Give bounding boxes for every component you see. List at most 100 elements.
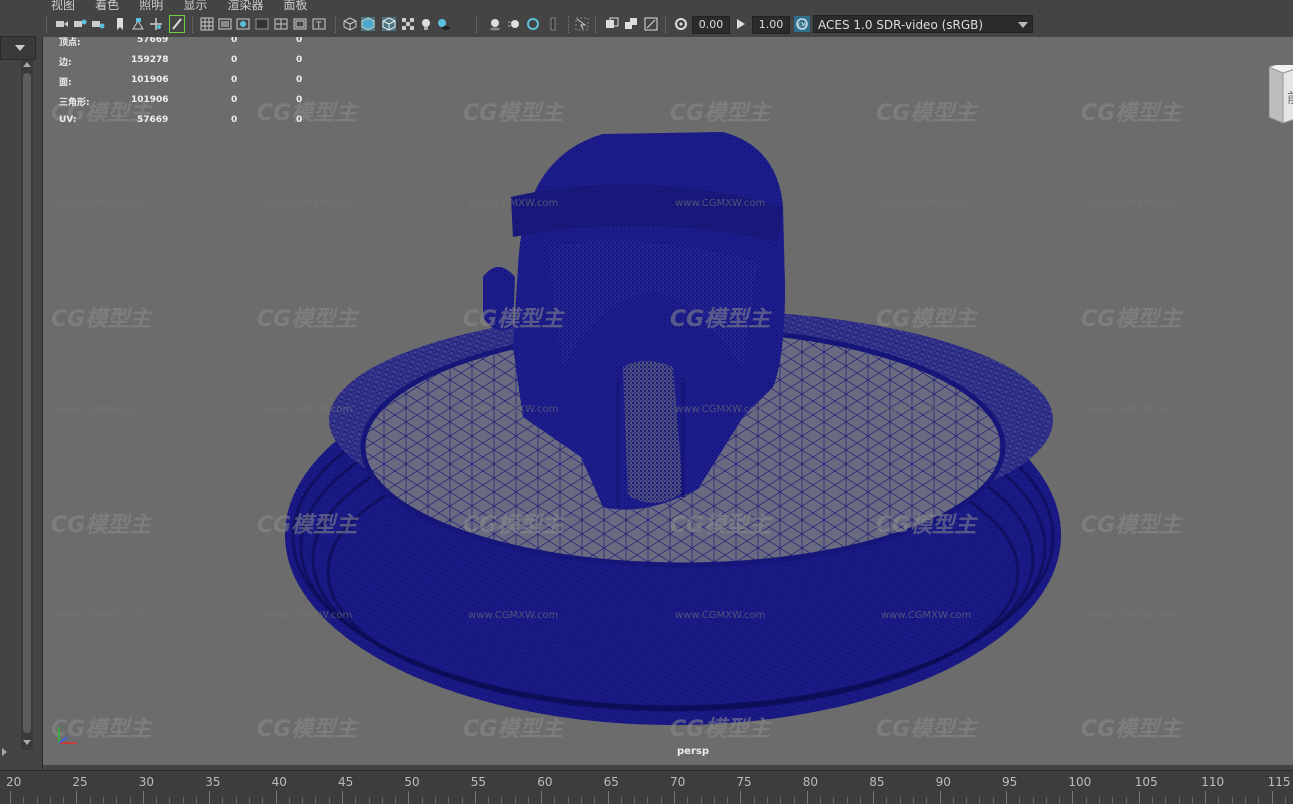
frame-label: 55 [470,775,487,789]
scroll-up-arrow-icon[interactable] [23,62,31,67]
toolbar-separator [46,16,49,33]
axis-gizmo-icon [58,727,77,744]
watermark-url: www.CGMXW.com [675,404,766,415]
frame-tick [674,791,675,804]
hud-label: 边: [59,58,72,68]
left-scrollbar-thumb[interactable] [23,73,31,733]
hud-label: UV: [59,115,77,125]
hud-value: 101906 [131,95,169,105]
frame-tick [541,791,543,804]
frame-tick [209,791,211,804]
frame-tick [1072,791,1074,804]
color-space-select[interactable]: ACES 1.0 SDR-video (sRGB) [813,15,1033,33]
wireframe-icon[interactable] [343,17,357,31]
frame-tick [1205,791,1207,804]
perspective-viewport[interactable]: CG模型主 www.CGMXW.com CG模型主 www.CGMXW.com CG模型… [43,37,1293,765]
hud-label: 三角形: [59,98,90,108]
wireframe-on-shaded-icon[interactable] [382,17,396,31]
exposure-field[interactable]: 0.00 [692,16,730,34]
watermark-url: www.CGMXW.com [262,404,353,415]
watermark-url: www.CGMXW.com [675,198,766,209]
watermark-logo: CG模型主 [463,101,564,126]
frame-tick [342,791,343,804]
depth-of-field-icon[interactable] [546,17,560,31]
image-plane-icon[interactable] [131,17,145,31]
safe-title-icon[interactable]: T [312,17,326,31]
lights-icon[interactable] [419,17,433,31]
watermark-logo: CG模型主 [876,307,977,332]
frame-label: 60 [537,775,553,789]
frame-label: 100 [1068,775,1092,789]
watermark-logo: CG模型主 [670,307,771,332]
watermark-logo: CG模型主 [876,513,977,538]
hud-row-edges: 边: 159278 0 0 [57,55,317,68]
camera-attr-icon[interactable] [91,17,105,31]
wireframe-model[interactable] [43,37,1293,765]
isolate-select-icon[interactable] [575,17,589,31]
menu-shading[interactable]: 着色 [95,0,119,12]
screen-space-ao-icon[interactable] [488,17,502,31]
menu-renderer[interactable]: 渲染器 [227,0,263,12]
menu-lighting[interactable]: 照明 [139,0,163,12]
hud-row-vertices: 顶点: 57669 0 0 [57,37,317,48]
color-management-icon[interactable]: CM [794,16,810,32]
hud-value: 57669 [137,115,169,125]
menu-panels[interactable]: 面板 [284,0,308,12]
2d-pan-icon[interactable] [149,17,163,31]
hud-label: 面: [59,78,72,88]
toolbar-separator [595,16,598,33]
frame-label: 65 [603,775,619,789]
left-panel [0,0,43,770]
watermark-logo: CG模型主 [1081,717,1182,742]
watermark-url: www.CGMXW.com [468,610,559,621]
film-gate-icon[interactable] [218,17,232,31]
safe-action-icon[interactable] [293,17,307,31]
smooth-shade-icon[interactable] [361,17,375,31]
frame-label: 50 [404,775,420,789]
watermark-logo: CG模型主 [1081,101,1182,126]
scroll-right-arrow-icon[interactable] [2,748,7,756]
watermark-logo: CG模型主 [463,513,564,538]
grease-pencil-icon[interactable] [169,15,185,33]
gate-mask-icon[interactable] [255,17,269,31]
time-slider[interactable]: 20 25 30 35 40 45 50 55 60 65 70 75 80 85 90 95 100 105 11… [0,770,1293,804]
xray-joints-icon[interactable] [624,17,638,31]
view-cube[interactable]: 前 [1269,65,1293,125]
gamma-icon[interactable] [734,17,748,31]
camera-icon[interactable] [55,17,69,31]
camera-lock-icon[interactable] [73,17,87,31]
toolbar-separator [568,16,571,33]
svg-text:T: T [315,21,322,31]
scroll-down-arrow-icon[interactable] [23,740,31,745]
watermark-logo: CG模型主 [257,717,358,742]
watermark-logo: CG模型主 [670,717,771,742]
shadows-icon[interactable] [437,17,451,31]
motion-blur-icon[interactable] [507,17,521,31]
toolbar-separator [665,16,668,33]
frame-tick [806,791,808,804]
watermark-url: www.CGMXW.com [881,610,972,621]
xray-icon[interactable] [605,17,619,31]
textured-icon[interactable] [401,17,415,31]
exposure-icon[interactable] [674,17,688,31]
hud-value: 159278 [131,55,169,65]
chevron-down-icon[interactable] [1018,22,1028,28]
bookmark-icon[interactable] [113,17,127,31]
frame-tick [142,791,144,804]
gamma-field[interactable]: 1.00 [752,16,790,34]
field-chart-icon[interactable] [274,17,288,31]
hud-value: 0 [231,75,238,85]
hud-row-uvs: UV: 57669 0 0 [57,115,317,127]
anti-alias-icon[interactable] [526,17,540,31]
menu-show[interactable]: 显示 [183,0,207,12]
frame-label: 70 [670,775,686,789]
frame-tick [76,791,78,804]
grid-icon[interactable] [200,17,214,31]
watermark-logo: CG模型主 [1081,513,1182,538]
menu-view[interactable]: 视图 [51,0,75,12]
xray-components-icon[interactable] [644,17,658,31]
hud-label: 顶点: [59,38,81,48]
panel-dropdown-button[interactable] [0,36,36,60]
hud-value: 0 [231,55,238,65]
resolution-gate-icon[interactable] [236,17,250,31]
